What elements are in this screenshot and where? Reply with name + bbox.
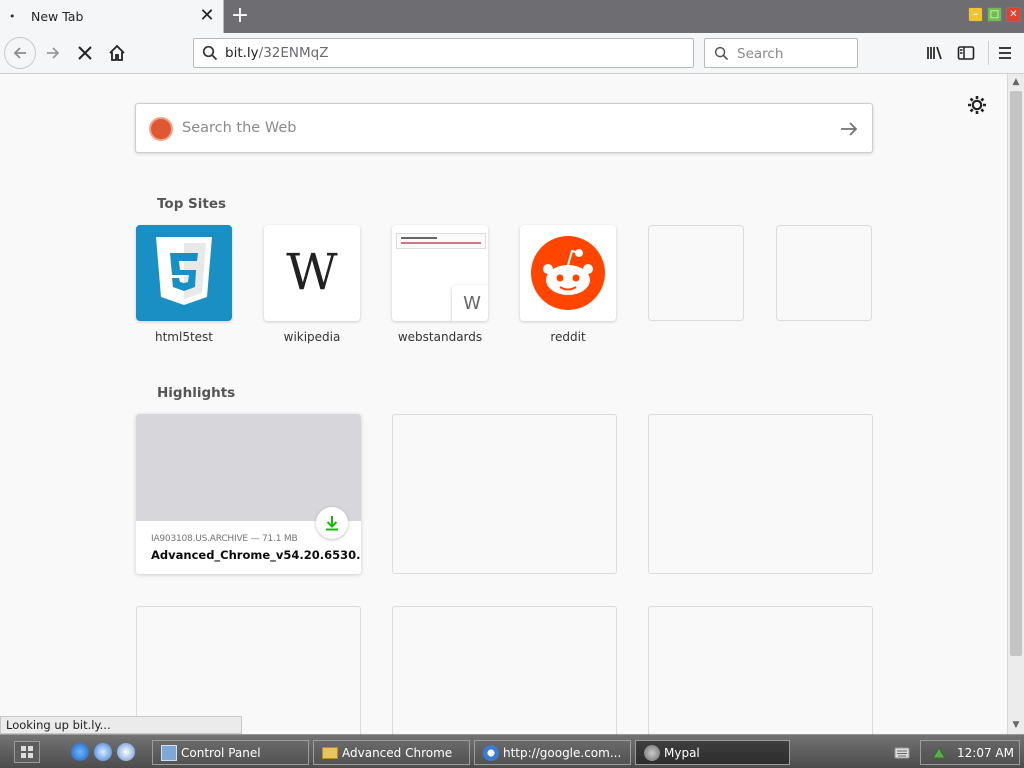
settings-gear-icon[interactable]: [966, 94, 988, 116]
task-google-browser[interactable]: http://google.com...: [474, 740, 631, 765]
menu-button[interactable]: [990, 38, 1020, 68]
highlight-empty-slot: [392, 414, 617, 574]
wikipedia-w-icon: W: [463, 293, 481, 314]
sidebar-toggle-button[interactable]: [951, 38, 981, 68]
browser-window-icon: [483, 745, 499, 761]
window-close-button[interactable]: ✕: [1006, 7, 1021, 22]
download-badge: [316, 507, 348, 539]
hamburger-menu-icon: [999, 47, 1011, 59]
navigation-toolbar: bit.ly/32ENMqZ Search: [0, 33, 1024, 74]
top-site-label: wikipedia: [283, 330, 341, 344]
top-site-tile-wikipedia[interactable]: W: [264, 225, 360, 321]
system-clock[interactable]: 12:07 AM: [920, 740, 1020, 765]
control-panel-icon: [161, 745, 177, 761]
scrollbar-thumb[interactable]: [1010, 91, 1022, 656]
stop-x-icon: [78, 46, 92, 60]
tab-title: New Tab: [31, 9, 84, 24]
highlight-card-download[interactable]: IA903108.US.ARCHIVE — 71.1 MB Advanced_C…: [136, 414, 361, 574]
webstandards-favicon-badge: W: [452, 285, 488, 321]
webstandards-thumbnail: [396, 233, 486, 249]
back-button[interactable]: [4, 37, 36, 69]
reddit-logo-icon: [531, 236, 605, 310]
toolbar-divider: [988, 41, 989, 65]
top-site-empty-slot: [776, 225, 872, 321]
top-site-label: html5test: [154, 330, 213, 344]
wikipedia-logo-icon: W: [286, 243, 338, 301]
window-minimize-button[interactable]: –: [968, 7, 983, 22]
highlight-title: Advanced_Chrome_v54.20.6530....: [151, 548, 361, 562]
scroll-up-arrow-icon[interactable]: ▲: [1010, 75, 1022, 89]
new-tab-page: Search the Web Top Sites html5test W wik…: [0, 74, 1007, 734]
scroll-down-arrow-icon[interactable]: ▼: [1010, 718, 1022, 732]
highlight-empty-slot: [648, 606, 873, 734]
task-label: Mypal: [664, 746, 700, 760]
search-box[interactable]: Search: [704, 38, 858, 68]
network-tray-icon: [932, 747, 946, 759]
media-player-icon[interactable]: [117, 743, 135, 761]
duckduckgo-logo-icon: [149, 117, 173, 141]
browser-quicklaunch-icon[interactable]: [94, 743, 112, 761]
html5-logo-icon: [156, 237, 212, 305]
back-arrow-icon: [13, 47, 26, 59]
web-search-placeholder: Search the Web: [182, 120, 297, 136]
web-search-box[interactable]: Search the Web: [135, 103, 873, 153]
top-site-tile-html5test[interactable]: [136, 225, 232, 321]
task-mypal[interactable]: Mypal: [635, 740, 790, 765]
address-bar[interactable]: bit.ly/32ENMqZ: [193, 38, 694, 68]
highlights-heading: Highlights: [157, 385, 236, 401]
task-label: http://google.com...: [503, 746, 622, 760]
highlight-empty-slot: [648, 414, 873, 574]
tab-new-tab[interactable]: • New Tab ✕: [0, 0, 224, 33]
search-icon: [202, 45, 218, 61]
folder-icon: [322, 747, 338, 759]
forward-button[interactable]: [38, 38, 68, 68]
forward-arrow-icon: [47, 47, 60, 59]
highlight-source: IA903108.US.ARCHIVE — 71.1 MB: [151, 534, 298, 544]
start-button[interactable]: [14, 741, 40, 763]
new-tab-plus-icon[interactable]: +: [229, 4, 251, 28]
window-maximize-button[interactable]: □: [987, 7, 1002, 22]
keyboard-tray-icon[interactable]: [888, 740, 916, 765]
internet-explorer-icon[interactable]: [71, 743, 89, 761]
tab-strip: • New Tab ✕ + – □ ✕: [0, 0, 1024, 33]
home-button[interactable]: [102, 38, 132, 68]
url-host: bit.ly: [225, 45, 259, 61]
tab-close-icon[interactable]: ✕: [198, 5, 216, 27]
search-placeholder: Search: [737, 46, 784, 62]
highlight-empty-slot: [136, 606, 361, 734]
sidebar-icon: [957, 46, 975, 60]
start-grid-icon: [21, 746, 33, 758]
top-sites-heading: Top Sites: [157, 196, 227, 212]
library-icon: [927, 46, 942, 60]
top-site-label: reddit: [550, 330, 586, 344]
stop-button[interactable]: [70, 38, 100, 68]
top-site-tile-reddit[interactable]: [520, 225, 616, 321]
top-site-label: webstandards: [397, 330, 483, 344]
taskbar: Control Panel Advanced Chrome http://goo…: [0, 734, 1024, 768]
url-path: /32ENMqZ: [258, 45, 329, 61]
mypal-icon: [644, 745, 660, 761]
task-label: Advanced Chrome: [342, 746, 453, 760]
highlight-thumbnail: [136, 414, 361, 521]
status-text: Looking up bit.ly...: [0, 716, 242, 734]
download-icon: [326, 516, 338, 531]
library-button[interactable]: [920, 38, 950, 68]
highlight-empty-slot: [392, 606, 617, 734]
search-icon: [714, 46, 729, 61]
task-label: Control Panel: [181, 746, 261, 760]
vertical-scrollbar[interactable]: ▲ ▼: [1007, 74, 1024, 734]
url-text: bit.ly/32ENMqZ: [225, 45, 328, 61]
home-icon: [109, 44, 125, 61]
clock-time: 12:07 AM: [957, 746, 1014, 760]
tab-loading-indicator: •: [9, 10, 16, 23]
top-site-tile-webstandards[interactable]: W: [392, 225, 488, 321]
task-advanced-chrome-folder[interactable]: Advanced Chrome: [313, 740, 470, 765]
top-site-empty-slot: [648, 225, 744, 321]
search-go-arrow-icon[interactable]: [838, 118, 860, 140]
task-control-panel[interactable]: Control Panel: [152, 740, 309, 765]
